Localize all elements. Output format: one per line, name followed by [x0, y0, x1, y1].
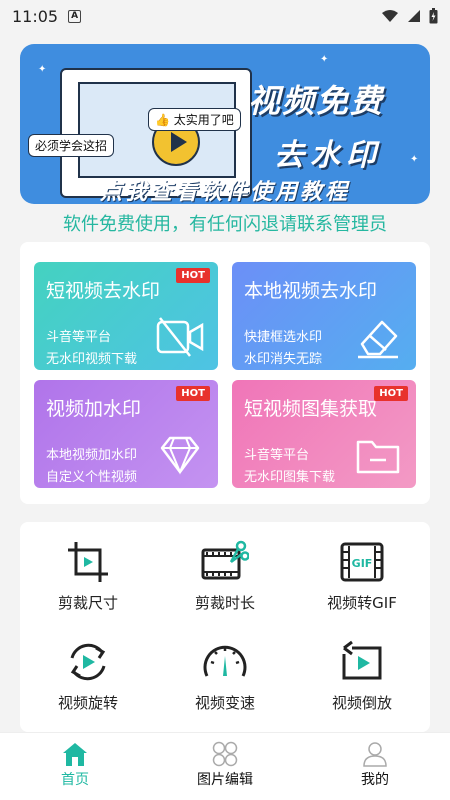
eraser-icon [358, 320, 398, 359]
tool-label: 剪裁尺寸 [57, 594, 118, 612]
home-icon [63, 743, 87, 766]
sparkle-icon: ✦ [410, 154, 419, 165]
hot-badge: HOT [176, 386, 210, 401]
status-time: 11:05 [12, 6, 59, 26]
card-title: 短视频去水印 [46, 280, 161, 302]
tool-label: 视频转GIF [327, 594, 397, 612]
card-short-video-watermark-removal[interactable]: 短视频去水印 HOT 斗音等平台 无水印视频下载 [34, 262, 218, 370]
tool-video-reverse[interactable]: 视频倒放 [294, 622, 430, 718]
feature-cards-panel: 短视频去水印 HOT 斗音等平台 无水印视频下载 本地视频去水印 快捷框选水印 … [20, 242, 430, 504]
reverse-play-icon [342, 640, 382, 680]
banner-title-line1: 视频免费 [248, 82, 385, 120]
sparkle-icon: ✦ [320, 54, 329, 65]
user-icon [363, 742, 387, 767]
crop-icon [68, 542, 108, 582]
tool-label: 视频变速 [194, 694, 255, 712]
card-desc-line1: 斗音等平台 [46, 330, 112, 345]
film-scissors-icon [201, 540, 249, 580]
bottom-nav: 首页 图片编辑 我的 [0, 732, 450, 800]
banner-subtitle: 点我查看软件使用教程 [99, 180, 350, 204]
nav-home[interactable]: 首页 [0, 733, 150, 800]
tool-crop-duration[interactable]: 剪裁时长 [157, 522, 293, 618]
tool-video-to-gif[interactable]: GIF 视频转GIF [294, 522, 430, 618]
svg-text:GIF: GIF [352, 557, 373, 570]
card-desc-line1: 本地视频加水印 [46, 448, 138, 463]
card-title: 本地视频去水印 [244, 280, 378, 302]
notice-text: 软件免费使用，有任何闪退请联系管理员 [63, 214, 387, 235]
gif-film-icon: GIF [340, 542, 384, 582]
banner-title-line2: 去水印 [274, 138, 382, 173]
nav-label: 我的 [361, 772, 389, 788]
card-desc-line2: 自定义个性视频 [46, 470, 138, 485]
sparkle-icon: ✦ [38, 64, 47, 75]
hot-badge: HOT [176, 268, 210, 283]
card-desc-line2: 水印消失无踪 [244, 352, 323, 367]
notification-a-icon: A [68, 9, 82, 23]
wifi-icon [382, 10, 398, 22]
diamond-icon [160, 436, 200, 475]
card-desc-line1: 斗音等平台 [244, 448, 310, 463]
nav-image-edit[interactable]: 图片编辑 [150, 733, 300, 800]
card-add-watermark[interactable]: 视频加水印 HOT 本地视频加水印 自定义个性视频 [34, 380, 218, 488]
tool-crop-size[interactable]: 剪裁尺寸 [20, 522, 156, 618]
video-off-icon [156, 317, 204, 357]
tool-label: 视频倒放 [331, 694, 392, 712]
rotate-play-icon [70, 643, 106, 681]
speech-bubble-top: 👍 太实用了吧 [148, 108, 241, 131]
speech-bubble-left: 必须学会这招 [28, 134, 115, 157]
card-short-video-gallery[interactable]: 短视频图集获取 HOT 斗音等平台 无水印图集下载 [232, 380, 416, 488]
grid-icon [212, 741, 238, 767]
hot-badge: HOT [374, 386, 408, 401]
speedometer-icon [203, 645, 247, 677]
nav-profile[interactable]: 我的 [300, 733, 450, 800]
card-desc-line2: 无水印图集下载 [244, 470, 336, 485]
card-title: 视频加水印 [46, 398, 142, 420]
tool-video-speed[interactable]: 视频变速 [157, 622, 293, 718]
tool-video-rotate[interactable]: 视频旋转 [20, 622, 156, 718]
signal-icon [408, 10, 420, 22]
tools-panel: 剪裁尺寸 剪裁时长 GIF 视频转GIF 视频旋转 视频变速 视频倒放 [20, 522, 430, 732]
card-desc-line1: 快捷框选水印 [244, 330, 323, 345]
nav-label: 图片编辑 [197, 772, 253, 788]
card-title: 短视频图集获取 [244, 398, 378, 420]
folder-icon [356, 440, 400, 474]
nav-label: 首页 [61, 772, 89, 788]
status-bar: 11:05 A [0, 0, 450, 32]
tutorial-banner[interactable]: ✦ ✦ ✦ 👍 太实用了吧 必须学会这招 视频免费 去水印 点我查看软件使用教程 [20, 44, 430, 204]
tool-label: 视频旋转 [57, 694, 118, 712]
card-desc-line2: 无水印视频下载 [46, 352, 138, 367]
tool-label: 剪裁时长 [194, 594, 255, 612]
battery-icon [429, 8, 438, 24]
card-local-video-watermark-removal[interactable]: 本地视频去水印 快捷框选水印 水印消失无踪 [232, 262, 416, 370]
